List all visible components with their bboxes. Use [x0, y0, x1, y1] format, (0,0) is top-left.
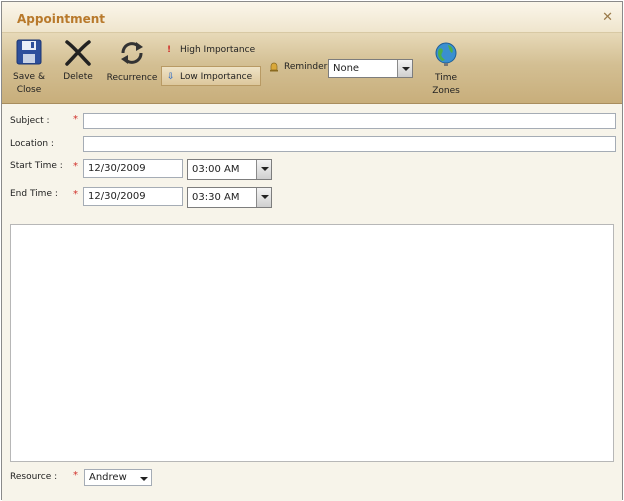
reminder-select[interactable]: None	[328, 59, 413, 78]
reminder-label: Reminder	[284, 62, 328, 72]
recurrence-button[interactable]: Recurrence	[105, 39, 159, 85]
down-arrow-icon: ⇩	[167, 72, 175, 82]
bell-icon	[270, 62, 278, 72]
end-time-select[interactable]: 03:30 AM	[187, 187, 272, 208]
resource-value: Andrew	[89, 472, 127, 483]
location-input[interactable]	[83, 136, 616, 152]
chevron-down-icon	[140, 477, 148, 481]
appointment-form: Subject : * Location : Start Time : * 12…	[2, 104, 622, 501]
recurrence-label: Recurrence	[106, 73, 158, 83]
recurrence-icon	[121, 42, 143, 64]
description-textarea[interactable]	[10, 224, 614, 462]
toolbar: Save & Close Delete Recurrence ! High Im	[2, 33, 622, 104]
title-bar: Appointment ✕	[2, 2, 622, 33]
low-importance-button[interactable]: ⇩ Low Importance	[161, 66, 261, 86]
start-required-mark: *	[73, 161, 78, 172]
time-zones-label: Time Zones	[432, 73, 460, 96]
start-date-input[interactable]: 12/30/2009	[83, 159, 183, 178]
appointment-dialog: Appointment ✕ Save & Close Delete Recurr…	[1, 1, 623, 501]
close-icon[interactable]: ✕	[602, 10, 613, 25]
high-importance-label: High Importance	[180, 45, 256, 55]
chevron-down-icon	[397, 60, 412, 77]
end-time-label: End Time :	[10, 189, 58, 199]
reminder-value: None	[333, 63, 360, 74]
subject-input[interactable]	[83, 113, 616, 129]
start-time-label: Start Time :	[10, 161, 63, 171]
save-icon	[16, 39, 42, 65]
chevron-down-icon	[256, 188, 271, 207]
save-close-button[interactable]: Save & Close	[10, 38, 48, 97]
chevron-down-icon	[256, 160, 271, 179]
save-close-label-1: Save &	[13, 72, 45, 82]
dialog-title: Appointment	[17, 12, 106, 26]
location-label: Location :	[10, 139, 54, 149]
delete-icon	[65, 40, 91, 66]
high-importance-button[interactable]: ! High Importance	[162, 40, 258, 60]
exclamation-icon: !	[167, 45, 172, 55]
save-close-label-2: Close	[16, 85, 42, 95]
low-importance-label: Low Importance	[180, 72, 253, 82]
resource-label: Resource :	[10, 472, 58, 482]
start-time-select[interactable]: 03:00 AM	[187, 159, 272, 180]
end-required-mark: *	[73, 189, 78, 200]
end-time-value: 03:30 AM	[192, 192, 240, 203]
resource-select[interactable]: Andrew	[84, 469, 152, 486]
delete-label: Delete	[63, 72, 93, 82]
subject-label: Subject :	[10, 116, 50, 126]
globe-icon	[435, 42, 457, 66]
delete-button[interactable]: Delete	[58, 38, 98, 84]
start-time-value: 03:00 AM	[192, 164, 240, 175]
subject-required-mark: *	[73, 114, 78, 125]
time-zones-button[interactable]: Time Zones	[420, 41, 472, 98]
resource-required-mark: *	[73, 470, 78, 481]
end-date-input[interactable]: 12/30/2009	[83, 187, 183, 206]
